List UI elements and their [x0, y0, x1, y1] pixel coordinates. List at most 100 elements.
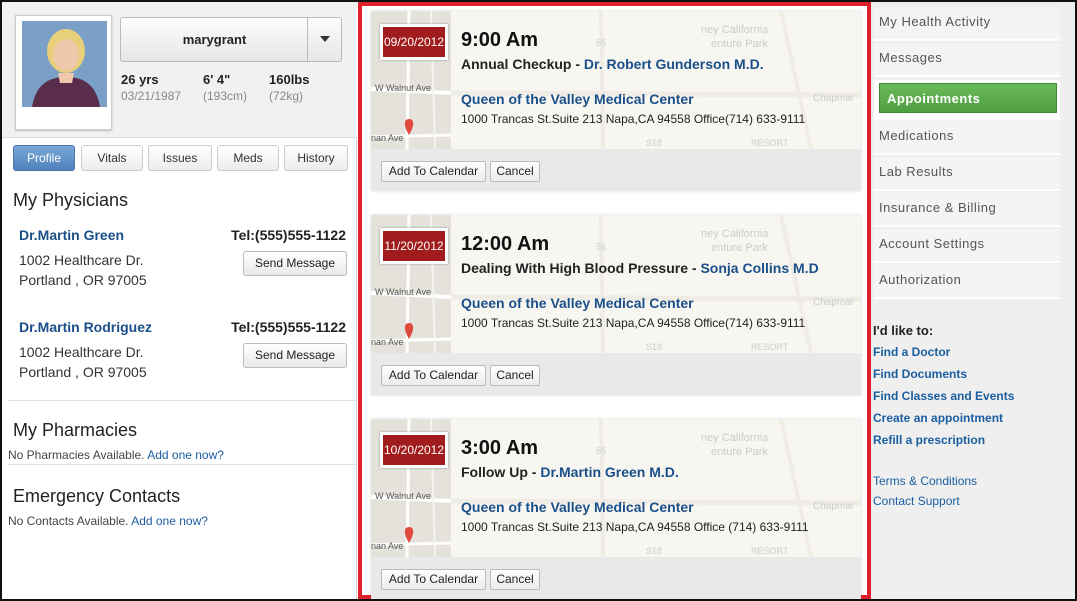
- map-park-label: enture Park: [711, 38, 768, 50]
- tab-issues[interactable]: Issues: [148, 145, 212, 171]
- appointment-details: ney California enture Park Chapmar RESOR…: [451, 11, 861, 149]
- nav-item-authorization[interactable]: Authorization: [874, 265, 1060, 299]
- section-divider: [8, 400, 357, 401]
- weight-value: 160lbs: [269, 72, 310, 87]
- weight-stat: 160lbs (72kg): [269, 72, 309, 103]
- clinic-name-link[interactable]: Queen of the Valley Medical Center: [461, 91, 694, 107]
- map-thumbnail[interactable]: W Walnut Ave nan Ave 09/20/2012: [371, 11, 451, 149]
- map-route-label: 55: [596, 242, 606, 252]
- map-road-label: Chapmar: [813, 501, 855, 512]
- map-avenue-label: nan Ave: [371, 133, 403, 143]
- map-street-label: W Walnut Ave: [375, 287, 431, 297]
- height-value: 6' 4": [203, 72, 231, 87]
- age-value: 26 yrs: [121, 72, 159, 87]
- clinic-address: 1000 Trancas St.Suite 213 Napa,CA 94558 …: [461, 112, 806, 126]
- map-park-label: enture Park: [711, 446, 768, 458]
- avatar: [22, 21, 107, 107]
- height-metric-value: (193cm): [203, 89, 248, 103]
- appointment-time: 12:00 Am: [461, 233, 550, 255]
- appointment-date-badge: 10/20/2012: [380, 432, 448, 468]
- tab-history[interactable]: History: [284, 145, 348, 171]
- physician-tel: Tel:(555)555-1122: [231, 319, 346, 335]
- add-pharmacy-link[interactable]: Add one now?: [147, 448, 224, 462]
- add-to-calendar-button[interactable]: Add To Calendar: [381, 161, 486, 182]
- user-dropdown[interactable]: marygrant: [120, 17, 342, 62]
- tab-meds[interactable]: Meds: [217, 145, 279, 171]
- nav-item-appointments[interactable]: Appointments: [874, 80, 1060, 120]
- map-thumbnail[interactable]: W Walnut Ave nan Ave 10/20/2012: [371, 419, 451, 557]
- quick-link[interactable]: Create an appointment: [873, 411, 1003, 425]
- appointment-card: W Walnut Ave nan Ave 10/20/2012 ney Cali…: [371, 419, 861, 599]
- map-park-label: enture Park: [711, 242, 768, 254]
- map-route-label: S18: [646, 546, 662, 556]
- appointment-card: W Walnut Ave nan Ave 09/20/2012 ney Cali…: [371, 11, 861, 191]
- physicians-title: My Physicians: [13, 190, 129, 210]
- cancel-appointment-button[interactable]: Cancel: [490, 161, 540, 182]
- appointment-actions: Add To Calendar Cancel: [371, 353, 861, 395]
- appointment-date: 10/20/2012: [383, 443, 445, 457]
- weight-metric-value: (72kg): [269, 89, 304, 103]
- quick-link[interactable]: Find Classes and Events: [873, 389, 1014, 403]
- nav-item-messages[interactable]: Messages: [874, 43, 1060, 77]
- send-message-button[interactable]: Send Message: [243, 251, 347, 276]
- height-stat: 6' 4" (193cm): [203, 72, 247, 103]
- cancel-appointment-button[interactable]: Cancel: [490, 569, 540, 590]
- quick-link[interactable]: Refill a prescription: [873, 433, 985, 447]
- map-street-label: W Walnut Ave: [375, 491, 431, 501]
- username-label: marygrant: [182, 32, 247, 47]
- tab-vitals[interactable]: Vitals: [81, 145, 143, 171]
- tab-profile[interactable]: Profile: [13, 145, 75, 171]
- add-contact-link[interactable]: Add one now?: [131, 514, 208, 528]
- appointments-panel: W Walnut Ave nan Ave 09/20/2012 ney Cali…: [358, 2, 871, 599]
- appointment-date-badge: 09/20/2012: [380, 24, 448, 60]
- appointment-details: ney California enture Park Chapmar RESOR…: [451, 215, 861, 353]
- profile-header: marygrant 26 yrs 03/21/1987 6' 4" (193cm…: [2, 2, 357, 138]
- send-message-button[interactable]: Send Message: [243, 343, 347, 368]
- add-to-calendar-button[interactable]: Add To Calendar: [381, 569, 486, 590]
- appointment-doctor-link[interactable]: Dr. Robert Gunderson M.D.: [584, 56, 764, 72]
- map-thumbnail[interactable]: W Walnut Ave nan Ave 11/20/2012: [371, 215, 451, 353]
- support-link[interactable]: Contact Support: [873, 494, 960, 508]
- appointment-time: 3:00 Am: [461, 437, 539, 459]
- terms-link[interactable]: Terms & Conditions: [873, 474, 977, 488]
- physician-address-line2: Portland , OR 97005: [19, 272, 147, 288]
- quick-links-title: I'd like to:: [873, 323, 934, 338]
- physician-tel: Tel:(555)555-1122: [231, 227, 346, 243]
- clinic-name-link[interactable]: Queen of the Valley Medical Center: [461, 499, 694, 515]
- appointment-title: Annual Checkup - Dr. Robert Gunderson M.…: [461, 56, 764, 72]
- map-park-label: ney California: [701, 432, 769, 444]
- appointment-reason: Annual Checkup -: [461, 56, 584, 72]
- appointment-reason: Follow Up -: [461, 464, 541, 480]
- nav-item-insurance-billing[interactable]: Insurance & Billing: [874, 193, 1060, 227]
- nav-item-account-settings[interactable]: Account Settings: [874, 229, 1060, 263]
- map-road-label: Chapmar: [813, 297, 855, 308]
- map-resort-label: RESORT: [751, 342, 789, 352]
- avatar-frame: [15, 15, 112, 130]
- user-dropdown-toggle[interactable]: [307, 18, 341, 61]
- emergency-empty-label: No Contacts Available.: [8, 514, 129, 528]
- quick-link[interactable]: Find a Doctor: [873, 345, 950, 359]
- add-to-calendar-button[interactable]: Add To Calendar: [381, 365, 486, 386]
- pharmacies-empty-label: No Pharmacies Available.: [8, 448, 145, 462]
- appointment-card: W Walnut Ave nan Ave 11/20/2012 ney Cali…: [371, 215, 861, 395]
- appointment-doctor-link[interactable]: Dr.Martin Green M.D.: [540, 464, 678, 480]
- section-divider: [8, 464, 357, 465]
- appointment-reason: Dealing With High Blood Pressure -: [461, 260, 701, 276]
- appointment-doctor-link[interactable]: Sonja Collins M.D: [700, 260, 818, 276]
- appointment-date-badge: 11/20/2012: [380, 228, 448, 264]
- clinic-name-link[interactable]: Queen of the Valley Medical Center: [461, 295, 694, 311]
- map-street-label: W Walnut Ave: [375, 83, 431, 93]
- physician-name-link[interactable]: Dr.Martin Rodriguez: [19, 319, 152, 335]
- appointment-time: 9:00 Am: [461, 29, 539, 51]
- nav-item-medications[interactable]: Medications: [874, 121, 1060, 155]
- pharmacies-empty-text: No Pharmacies Available. Add one now?: [8, 448, 224, 462]
- quick-link[interactable]: Find Documents: [873, 367, 967, 381]
- cancel-appointment-button[interactable]: Cancel: [490, 365, 540, 386]
- profile-tabs: Profile Vitals Issues Meds History: [13, 145, 348, 171]
- map-route-label: 55: [596, 38, 606, 48]
- nav-item-lab-results[interactable]: Lab Results: [874, 157, 1060, 191]
- map-park-label: ney California: [701, 24, 769, 36]
- nav-item-my-health-activity[interactable]: My Health Activity: [874, 7, 1060, 41]
- appointment-title: Dealing With High Blood Pressure - Sonja…: [461, 260, 819, 276]
- physician-name-link[interactable]: Dr.Martin Green: [19, 227, 124, 243]
